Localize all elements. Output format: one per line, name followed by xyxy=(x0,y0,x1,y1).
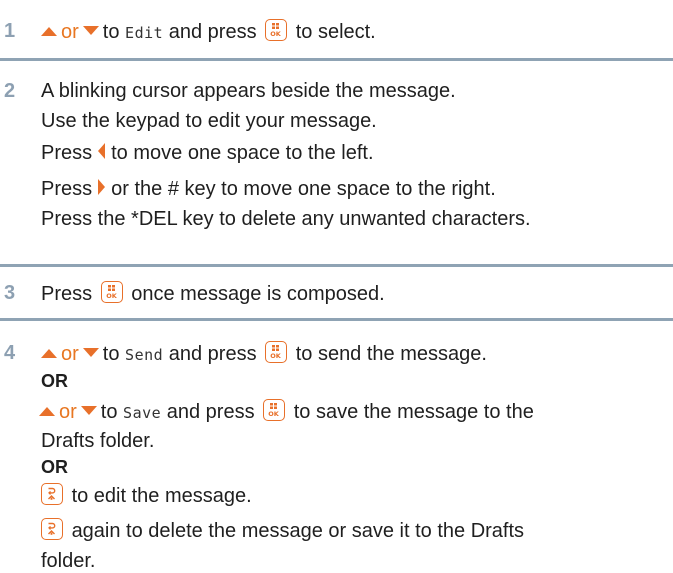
down-arrow-icon xyxy=(82,26,99,35)
step-number: 2 xyxy=(4,80,16,102)
divider xyxy=(0,58,673,61)
up-arrow-icon xyxy=(39,407,55,416)
step-2-line-4: Press or the # key to move one space to t… xyxy=(41,177,531,201)
or-text: or xyxy=(59,401,77,423)
or-separator: OR xyxy=(41,371,68,391)
step-4-back-line-2: again to delete the message or save it t… xyxy=(41,518,534,543)
text: and press xyxy=(166,401,255,423)
svg-text:OK: OK xyxy=(268,410,280,418)
menu-ok-key-icon: OK xyxy=(100,281,123,303)
step-3-line: Press OK once message is composed. xyxy=(41,281,385,306)
text: again to delete the message or save it t… xyxy=(71,520,525,542)
left-arrow-icon xyxy=(98,143,106,159)
menu-ok-key-icon: OK xyxy=(265,19,288,41)
step-3: 3 Press OK once message is composed. xyxy=(0,281,393,306)
lcd-menu-text: Save xyxy=(123,404,162,422)
text: to xyxy=(100,401,118,423)
or-text: or xyxy=(61,21,79,43)
text: to save the message to the xyxy=(293,401,534,423)
step-number: 1 xyxy=(4,20,16,42)
step-number: 4 xyxy=(4,342,16,364)
or-text: or xyxy=(61,343,79,365)
menu-ok-key-icon: OK xyxy=(265,341,288,363)
text: or the # key to move one space to the ri… xyxy=(111,178,496,200)
divider xyxy=(0,318,673,321)
menu-ok-key-icon: OK xyxy=(263,399,286,421)
up-arrow-icon xyxy=(41,349,57,358)
text: Press xyxy=(41,178,93,200)
svg-text:OK: OK xyxy=(270,30,282,38)
step-4-save-line-2: Drafts folder. xyxy=(41,430,155,452)
step-4-back-line-3: folder. xyxy=(41,550,96,572)
svg-text:OK: OK xyxy=(106,292,118,300)
text: to select. xyxy=(295,21,376,43)
step-2-line-5: Press the *DEL key to delete any unwante… xyxy=(41,208,531,230)
step-2: 2 A blinking cursor appears beside the m… xyxy=(0,79,539,231)
down-arrow-icon xyxy=(80,406,97,415)
text: Press xyxy=(41,142,93,164)
step-1-line: or to Edit and press OK to select. xyxy=(41,19,376,45)
text: Press xyxy=(41,283,93,305)
text: and press xyxy=(168,343,257,365)
step-2-line-3: Press to move one space to the left. xyxy=(41,141,531,165)
text: to move one space to the left. xyxy=(111,142,374,164)
step-4-save-line: or to Save and press OK to save the messa… xyxy=(39,399,534,425)
text: to xyxy=(102,343,120,365)
step-2-line-2: Use the keypad to edit your message. xyxy=(41,110,377,132)
step-4-send-line: or to Send and press OK to send the messa… xyxy=(41,341,534,367)
instructions-document: 1 or to Edit and press OK to select. 2 A … xyxy=(0,0,673,573)
lcd-menu-text: Edit xyxy=(125,24,164,42)
step-4-back-line-1: to edit the message. xyxy=(41,483,534,508)
step-4: 4 or to Send and press OK to send the mes… xyxy=(0,341,542,573)
text: and press xyxy=(168,21,257,43)
text: to send the message. xyxy=(295,343,487,365)
right-arrow-icon xyxy=(98,179,106,195)
lcd-menu-text: Send xyxy=(125,346,164,364)
back-key-icon xyxy=(41,518,63,540)
back-key-icon xyxy=(41,483,63,505)
divider xyxy=(0,264,673,267)
text: to xyxy=(102,21,120,43)
step-2-line-1: A blinking cursor appears beside the mes… xyxy=(41,80,456,102)
text: once message is composed. xyxy=(131,283,385,305)
text: to edit the message. xyxy=(71,485,252,507)
step-1: 1 or to Edit and press OK to select. xyxy=(0,19,384,45)
or-separator: OR xyxy=(41,457,68,477)
svg-text:OK: OK xyxy=(270,352,282,360)
up-arrow-icon xyxy=(41,27,57,36)
step-number: 3 xyxy=(4,282,16,304)
down-arrow-icon xyxy=(82,348,99,357)
